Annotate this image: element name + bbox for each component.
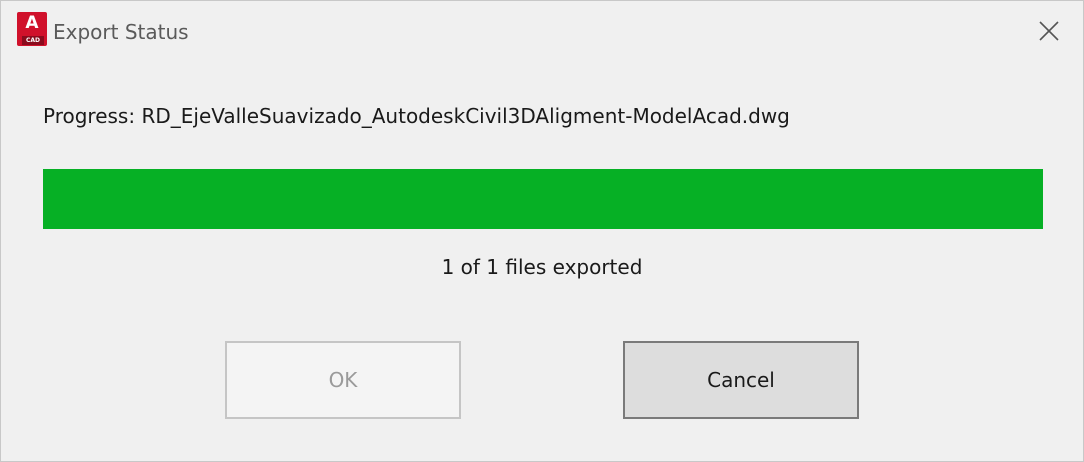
ok-button[interactable]: OK <box>225 341 461 419</box>
title-bar: A CAD Export Status <box>1 1 1083 63</box>
cancel-button[interactable]: Cancel <box>623 341 859 419</box>
progress-label: Progress: RD_EjeValleSuavizado_AutodeskC… <box>43 104 790 128</box>
window-title: Export Status <box>53 20 189 44</box>
app-icon-letter: A <box>25 13 39 33</box>
export-status-dialog: A CAD Export Status Progress: RD_EjeVall… <box>0 0 1084 462</box>
app-icon-badge: CAD <box>22 36 44 45</box>
progress-bar <box>43 169 1043 229</box>
export-status-text: 1 of 1 files exported <box>441 255 643 279</box>
progress-bar-fill <box>43 169 1043 229</box>
autocad-icon: A CAD <box>17 12 47 46</box>
close-icon <box>1039 21 1059 41</box>
close-button[interactable] <box>1021 9 1077 53</box>
